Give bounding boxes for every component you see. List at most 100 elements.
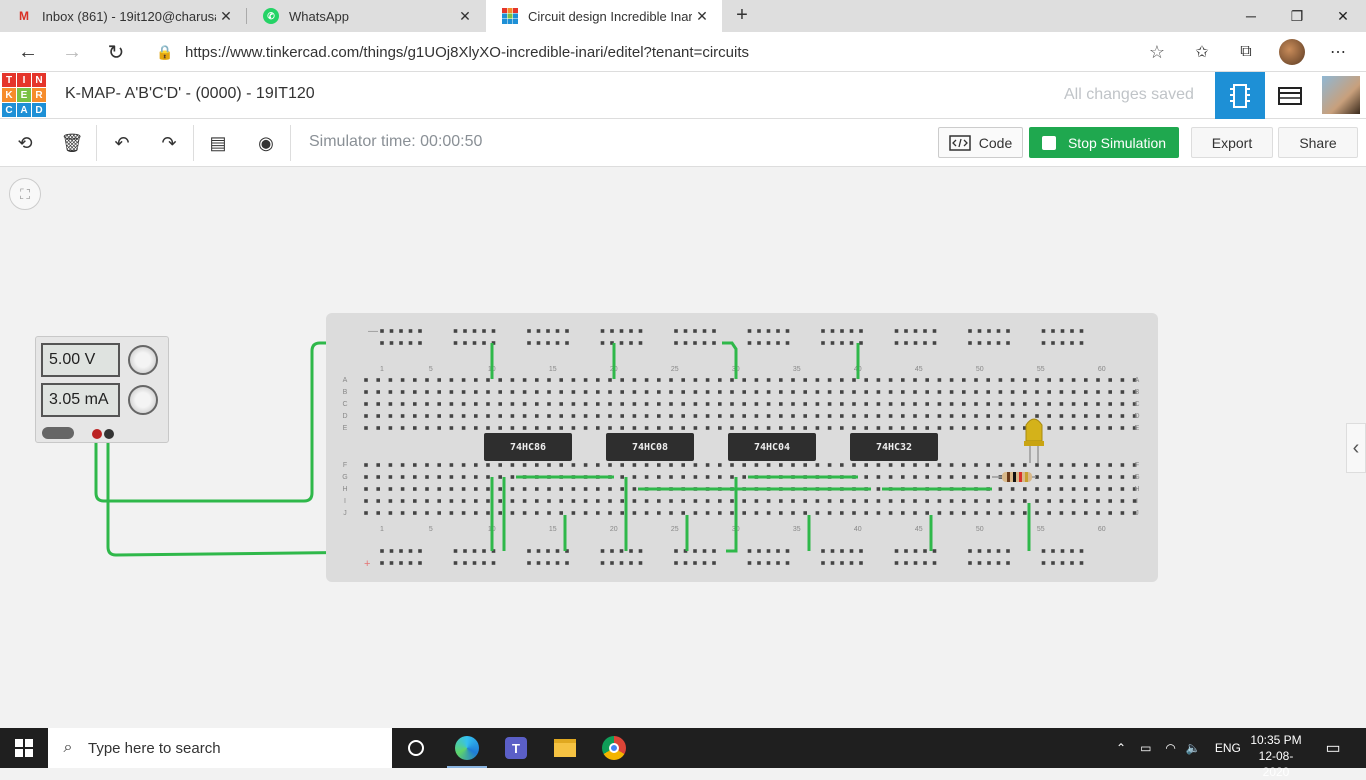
taskbar-search-box[interactable]: ⌕ Type here to search [48, 728, 392, 768]
tab-label: WhatsApp [289, 8, 349, 24]
code-label: Code [978, 134, 1013, 151]
close-icon[interactable]: ✕ [455, 8, 475, 25]
tab-tinkercad[interactable]: Circuit design Incredible Inari | Ti ✕ [486, 0, 722, 32]
new-tab-button[interactable]: + [730, 4, 754, 28]
search-icon: ⌕ [63, 739, 73, 756]
divider [290, 125, 291, 161]
code-icon [949, 134, 971, 151]
clock-time: 10:35 PM [1250, 733, 1302, 747]
tab-label: Circuit design Incredible Inari | Ti [528, 8, 692, 24]
tab-label: Inbox (861) - 19it120@charusat.e [42, 8, 216, 24]
chrome-icon[interactable] [590, 728, 638, 768]
file-explorer-icon[interactable] [541, 728, 589, 768]
power-switch[interactable] [42, 427, 74, 439]
stop-label: Stop Simulation [1067, 134, 1167, 151]
divider [96, 125, 97, 161]
more-icon[interactable]: ⋯ [1326, 40, 1350, 64]
voltage-knob[interactable] [128, 345, 158, 375]
visibility-icon[interactable]: ◉ [251, 129, 281, 157]
tinkercad-header: T I N K E R C A D K-MAP- A'B'C'D' - (000… [0, 72, 1366, 119]
refresh-button[interactable]: ↻ [102, 38, 130, 66]
notes-icon[interactable]: ▤ [203, 129, 233, 157]
positive-terminal[interactable] [92, 429, 102, 439]
save-status: All changes saved [1064, 86, 1194, 103]
component-list-button[interactable] [1265, 72, 1315, 119]
close-icon[interactable]: ✕ [216, 8, 236, 25]
simulator-time: Simulator time: 00:00:50 [309, 133, 483, 150]
language-indicator[interactable]: ENG [1215, 741, 1241, 755]
power-supply[interactable]: 5.00 V 3.05 mA [35, 336, 169, 443]
wifi-icon[interactable]: ◠ [1165, 741, 1175, 755]
restore-button[interactable]: ❐ [1274, 0, 1320, 32]
tinkercad-icon [502, 8, 518, 24]
volume-icon[interactable]: 🔈 [1186, 741, 1201, 755]
tinkercad-logo[interactable]: T I N K E R C A D [2, 73, 46, 117]
gmail-icon: M [19, 9, 29, 23]
stop-icon [1041, 135, 1056, 150]
windows-start-icon[interactable] [0, 728, 48, 768]
cortana-icon[interactable] [392, 728, 440, 768]
user-avatar[interactable] [1322, 76, 1360, 114]
logo-letter: E [17, 88, 31, 102]
negative-terminal[interactable] [104, 429, 114, 439]
minimize-button[interactable]: ─ [1228, 0, 1274, 32]
whatsapp-icon: ✆ [263, 8, 279, 24]
stop-simulation-button[interactable]: Stop Simulation [1029, 127, 1179, 158]
export-button[interactable]: Export [1191, 127, 1273, 158]
forward-button[interactable]: → [58, 38, 86, 66]
system-tray: ⌃ ▭ ◠ 🔈 ENG [1110, 728, 1241, 768]
led[interactable] [1024, 418, 1044, 463]
logo-letter: N [32, 73, 46, 87]
address-bar-row: ← → ↻ 🔒 https://www.tinkercad.com/things… [0, 32, 1366, 72]
wire [722, 341, 738, 379]
logo-letter: C [2, 103, 16, 117]
divider [193, 125, 194, 161]
logo-letter: I [17, 73, 31, 87]
teams-icon[interactable]: T [492, 728, 540, 768]
star-icon[interactable]: ☆ [1149, 42, 1165, 63]
logo-letter: D [32, 103, 46, 117]
favorites-icon[interactable]: ✩ [1190, 40, 1214, 64]
design-title[interactable]: K-MAP- A'B'C'D' - (0000) - 19IT120 [65, 85, 315, 103]
chevron-up-icon[interactable]: ⌃ [1116, 741, 1126, 755]
logo-letter: A [17, 103, 31, 117]
windows-taskbar: ⌕ Type here to search T ⌃ ▭ ◠ 🔈 ENG 10:3… [0, 728, 1366, 779]
logo-letter: K [2, 88, 16, 102]
tab-whatsapp[interactable]: ✆ WhatsApp ✕ [247, 0, 485, 32]
back-button[interactable]: ← [14, 38, 42, 66]
profile-avatar[interactable] [1279, 39, 1305, 65]
breadboard[interactable]: A A B B C C D D E E F F G G H H I I J J 1 1 5 5 10 10 15 15 20 20 25 25… [326, 313, 1158, 582]
collections-icon[interactable]: ⧉ [1234, 40, 1258, 64]
editor-toolbar: ⟲ 🗑 ↶ ↷ ▤ ◉ Simulator time: 00:00:50 Cod… [0, 119, 1366, 167]
undo-icon[interactable]: ↶ [107, 129, 137, 157]
logo-letter: R [32, 88, 46, 102]
redo-icon[interactable]: ↷ [154, 129, 184, 157]
browser-tab-strip: M Inbox (861) - 19it120@charusat.e ✕ ✆ W… [0, 0, 1366, 32]
clock-date: 12-08-2020 [1258, 749, 1294, 779]
circuit-workspace[interactable]: ⛶ ‹ 5.00 V 3.05 mA AABBCCDDEEFFGGHHIIJJ1… [0, 167, 1366, 728]
circuit-view-button[interactable] [1215, 72, 1265, 119]
list-icon [1278, 86, 1302, 105]
breadboard-wires [490, 341, 1044, 553]
taskbar-clock[interactable]: 10:35 PM 12-08-2020 [1246, 732, 1306, 780]
current-display: 3.05 mA [41, 383, 120, 417]
search-placeholder: Type here to search [88, 739, 221, 757]
tab-gmail[interactable]: M Inbox (861) - 19it120@charusat.e ✕ [0, 0, 246, 32]
resistor[interactable] [992, 472, 1036, 482]
logo-letter: T [2, 73, 16, 87]
url-text: https://www.tinkercad.com/things/g1UOj8X… [185, 43, 750, 61]
rotate-icon[interactable]: ⟲ [10, 129, 40, 157]
share-button[interactable]: Share [1278, 127, 1358, 158]
code-button[interactable]: Code [938, 127, 1023, 158]
close-window-button[interactable]: ✕ [1320, 0, 1366, 32]
close-icon[interactable]: ✕ [692, 8, 712, 25]
voltage-display: 5.00 V [41, 343, 120, 377]
notification-icon[interactable]: ▭ [1320, 736, 1346, 760]
battery-icon[interactable]: ▭ [1140, 741, 1151, 755]
url-field[interactable]: 🔒 https://www.tinkercad.com/things/g1UOj… [145, 37, 1175, 67]
lock-icon: 🔒 [156, 43, 174, 60]
current-knob[interactable] [128, 385, 158, 415]
delete-icon[interactable]: 🗑 [57, 129, 87, 157]
edge-icon[interactable] [443, 728, 491, 768]
circuit-icon [1230, 83, 1250, 108]
